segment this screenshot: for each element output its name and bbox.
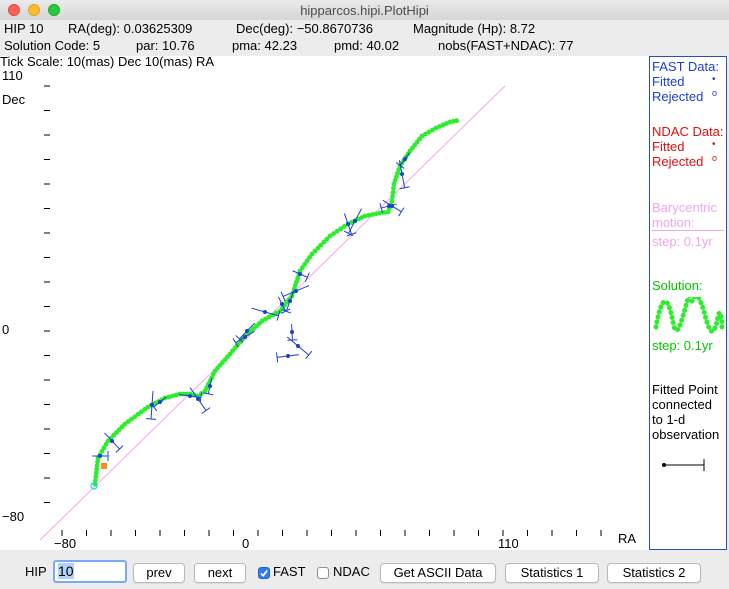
window-titlebar: hipparcos.hipi.PlotHipi <box>0 0 729 21</box>
y-axis-max-label: 110 <box>2 68 23 83</box>
fitted-point <box>208 384 212 388</box>
ndac-checkbox-label[interactable]: NDAC <box>333 564 370 579</box>
x-axis-title: RA <box>618 531 636 546</box>
legend-panel: FAST Data: Fitted • Rejected o NDAC Data… <box>649 56 727 550</box>
y-axis-title: Dec <box>2 92 26 107</box>
legend-fast-title: FAST Data: <box>652 59 719 74</box>
legend-solution-title: Solution: <box>652 278 703 293</box>
fitted-point <box>150 403 154 407</box>
solution-dot <box>390 194 395 200</box>
magnitude-value: Magnitude (Hp): 8.72 <box>413 21 536 36</box>
y-axis-zero-label: 0 <box>2 322 9 337</box>
hip-input-label: HIP <box>25 564 47 579</box>
prev-button[interactable]: prev <box>133 563 185 583</box>
observation-cap <box>287 339 298 341</box>
legend-fitted-point-2: connected <box>652 397 712 412</box>
fitted-point <box>243 335 247 339</box>
control-bar: HIP 10 prev next FAST NDAC Get ASCII Dat… <box>0 550 729 589</box>
observation-cap <box>146 418 157 420</box>
nobs-value: nobs(FAST+NDAC): 77 <box>438 38 574 53</box>
observation-cap <box>305 350 313 360</box>
statistics-1-button[interactable]: Statistics 1 <box>505 563 599 583</box>
observation-cap <box>398 207 405 217</box>
observation-cap <box>280 291 286 302</box>
fitted-point <box>188 394 192 398</box>
legend-ndac-fitted: Fitted <box>652 139 685 154</box>
pmd-value: pmd: 40.02 <box>334 38 400 53</box>
astrometry-plot: Tick Scale: 10(mas) Dec 10(mas) RA 110 D… <box>0 56 649 550</box>
fitted-point <box>288 299 292 303</box>
fitted-points <box>98 157 407 458</box>
solution-wave-icon <box>653 297 725 334</box>
fitted-point <box>280 302 284 306</box>
fitted-point <box>298 272 302 276</box>
solution-curve <box>92 118 460 487</box>
fitted-point <box>290 330 294 334</box>
window-title: hipparcos.hipi.PlotHipi <box>300 3 429 18</box>
fitted-point <box>296 344 300 348</box>
ndac-checkbox[interactable] <box>317 567 329 579</box>
hip-id: HIP 10 <box>4 21 44 36</box>
legend-fitted-point-3: to 1-d <box>652 412 686 427</box>
get-ascii-data-button[interactable]: Get ASCII Data <box>380 563 496 583</box>
barycentric-line-sample <box>652 230 724 231</box>
checkmark-icon <box>260 569 268 578</box>
fitted-point <box>196 397 200 401</box>
x-axis-zero-label: 0 <box>242 536 249 550</box>
legend-ndac-rejected: Rejected <box>652 154 704 169</box>
legend-fitted-point-4: observation <box>652 427 720 442</box>
fast-checkbox[interactable] <box>258 567 270 579</box>
fitted-point <box>346 222 350 226</box>
observation-cap <box>201 407 211 414</box>
axis-ticks <box>44 85 602 536</box>
hollow-dot-icon: o <box>712 88 718 98</box>
y-axis-min-label: −80 <box>2 509 24 524</box>
fitted-point <box>353 219 357 223</box>
fitted-point <box>263 310 267 314</box>
fitted-point <box>294 289 298 293</box>
observation-cap <box>275 352 279 363</box>
fitted-point <box>400 172 404 176</box>
parallax-value: par: 10.76 <box>136 38 195 53</box>
fitted-point <box>158 400 162 404</box>
hip-input-value[interactable]: 10 <box>58 563 74 579</box>
x-axis-max-label: 110 <box>498 536 519 550</box>
fitted-point <box>245 329 249 333</box>
plot-canvas: Tick Scale: 10(mas) Dec 10(mas) RA 110 D… <box>0 56 636 550</box>
hollow-dot-icon: o <box>712 153 718 163</box>
legend-bary-title: Barycentric <box>652 200 718 215</box>
epoch-marker <box>101 463 107 469</box>
legend-bary-title-2: motion: <box>652 215 695 230</box>
solution-dot <box>454 118 460 124</box>
legend-ndac-title: NDAC Data: <box>652 124 724 139</box>
legend-fast-rejected: Rejected <box>652 89 704 104</box>
ra-value: RA(deg): 0.03625309 <box>68 21 193 36</box>
next-button[interactable]: next <box>194 563 246 583</box>
solution-code: Solution Code: 5 <box>4 38 101 53</box>
legend-fitted-point-1: Fitted Point <box>652 382 718 397</box>
solution-dot <box>389 198 395 204</box>
hip-input[interactable]: 10 <box>53 560 127 583</box>
x-axis-min-label: −80 <box>54 536 76 550</box>
legend-bary-step: step: 0.1yr <box>652 234 713 249</box>
fitted-point <box>390 204 394 208</box>
dec-value: Dec(deg): −50.8670736 <box>236 21 373 36</box>
filled-dot-icon: • <box>712 139 716 150</box>
statistics-2-button[interactable]: Statistics 2 <box>607 563 701 583</box>
fitted-point <box>403 157 407 161</box>
tick-scale-label: Tick Scale: 10(mas) Dec 10(mas) RA <box>0 56 214 69</box>
solution-dot <box>390 190 396 195</box>
fast-checkbox-label[interactable]: FAST <box>273 564 306 579</box>
pma-value: pma: 42.23 <box>232 38 298 53</box>
legend-fast-fitted: Fitted <box>652 74 685 89</box>
fitted-point <box>98 454 102 458</box>
fitted-point-connector-icon <box>662 459 705 471</box>
filled-dot-icon: • <box>712 74 716 85</box>
solution-dot <box>391 185 396 191</box>
star-info-panel: HIP 10 RA(deg): 0.03625309 Dec(deg): −50… <box>0 20 729 56</box>
fitted-point <box>110 439 114 443</box>
fitted-point <box>286 354 290 358</box>
legend-solution-step: step: 0.1yr <box>652 338 713 353</box>
